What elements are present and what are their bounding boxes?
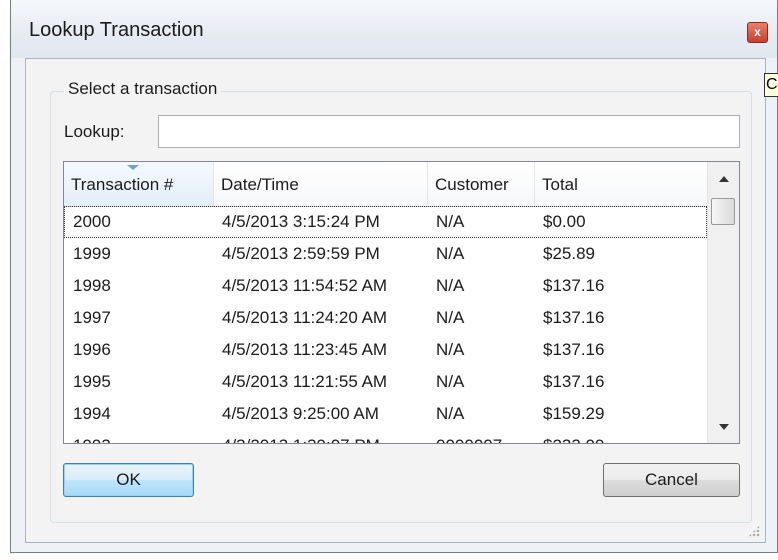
sort-ascending-icon <box>127 165 139 170</box>
cell-datetime: 4/5/2013 11:21:55 AM <box>222 372 388 391</box>
resize-grip-icon[interactable] <box>748 525 760 537</box>
cell-customer: N/A <box>436 308 465 327</box>
table-row[interactable]: 1995 4/5/2013 11:21:55 AM N/A $137.16 <box>64 366 707 398</box>
cell-datetime: 4/5/2013 3:15:24 PM <box>222 212 380 231</box>
cell-datetime: 4/5/2013 11:24:20 AM <box>222 308 388 327</box>
cell-datetime: 4/3/2013 1:39:07 PM <box>222 436 380 443</box>
cell-total: $233.09 <box>543 436 604 443</box>
lookup-label: Lookup: <box>64 122 125 141</box>
cell-customer: N/A <box>436 276 465 295</box>
table-row[interactable]: 2000 4/5/2013 3:15:24 PM N/A $0.00 <box>64 206 707 238</box>
table-row[interactable]: 1993 4/3/2013 1:39:07 PM 0000007 $233.09 <box>64 430 707 443</box>
lookup-transaction-dialog: Lookup Transaction x Select a transactio… <box>10 0 778 553</box>
column-header-label: Total <box>542 175 578 194</box>
cell-customer: N/A <box>436 212 465 231</box>
close-icon: x <box>754 25 761 39</box>
cell-customer: N/A <box>436 244 465 263</box>
cell-transaction-id: 1995 <box>73 372 111 391</box>
column-header-transaction[interactable]: Transaction # <box>64 162 214 206</box>
cell-transaction-id: 1997 <box>73 308 111 327</box>
ok-button[interactable]: OK <box>63 463 194 497</box>
tooltip: C <box>764 73 778 97</box>
cell-customer: N/A <box>436 340 465 359</box>
cell-datetime: 4/5/2013 11:23:45 AM <box>222 340 388 359</box>
title-bar[interactable]: Lookup Transaction x <box>11 0 777 58</box>
cell-datetime: 4/5/2013 2:59:59 PM <box>222 244 380 263</box>
vertical-scrollbar[interactable] <box>707 162 739 443</box>
cell-customer: N/A <box>436 372 465 391</box>
cell-total: $137.16 <box>543 308 605 327</box>
tooltip-text: C <box>766 76 778 93</box>
scrollbar-thumb[interactable] <box>711 198 735 225</box>
dialog-client-area: Select a transaction Lookup: Transaction… <box>25 58 766 543</box>
lookup-input[interactable] <box>158 115 740 148</box>
window-title: Lookup Transaction <box>29 19 204 41</box>
scroll-down-arrow-icon[interactable] <box>719 424 729 430</box>
cell-datetime: 4/5/2013 9:25:00 AM <box>222 404 379 423</box>
cell-transaction-id: 1996 <box>73 340 111 359</box>
table-row[interactable]: 1996 4/5/2013 11:23:45 AM N/A $137.16 <box>64 334 707 366</box>
cell-datetime: 4/5/2013 11:54:52 AM <box>222 276 388 295</box>
cancel-button[interactable]: Cancel <box>603 463 740 497</box>
close-button[interactable]: x <box>747 22 768 43</box>
cell-total: $25.89 <box>543 244 595 263</box>
transaction-list[interactable]: Transaction # Date/Time Customer Total 2… <box>63 161 740 444</box>
table-row[interactable]: 1997 4/5/2013 11:24:20 AM N/A $137.16 <box>64 302 707 334</box>
column-header-customer[interactable]: Customer <box>428 162 535 206</box>
cell-total: $137.16 <box>543 276 605 295</box>
table-row[interactable]: 1999 4/5/2013 2:59:59 PM N/A $25.89 <box>64 238 707 270</box>
table-row[interactable]: 1994 4/5/2013 9:25:00 AM N/A $159.29 <box>64 398 707 430</box>
cell-transaction-id: 1993 <box>73 436 111 443</box>
cell-total: $137.16 <box>543 340 605 359</box>
cell-transaction-id: 1994 <box>73 404 111 423</box>
cell-total: $137.16 <box>543 372 605 391</box>
table-row[interactable]: 1998 4/5/2013 11:54:52 AM N/A $137.16 <box>64 270 707 302</box>
list-header: Transaction # Date/Time Customer Total <box>64 162 707 207</box>
column-header-label: Date/Time <box>221 175 299 194</box>
cell-total: $159.29 <box>543 404 605 423</box>
cell-transaction-id: 1999 <box>73 244 111 263</box>
cell-transaction-id: 2000 <box>73 212 111 231</box>
scroll-up-arrow-icon[interactable] <box>719 176 729 182</box>
cell-total: $0.00 <box>543 212 586 231</box>
column-header-total[interactable]: Total <box>535 162 707 206</box>
column-header-datetime[interactable]: Date/Time <box>214 162 428 206</box>
column-header-label: Transaction # <box>71 175 174 194</box>
cell-customer: N/A <box>436 404 465 423</box>
column-header-label: Customer <box>435 175 509 194</box>
groupbox-legend: Select a transaction <box>64 79 222 99</box>
cell-transaction-id: 1998 <box>73 276 111 295</box>
cell-customer: 0000007 <box>436 436 502 443</box>
